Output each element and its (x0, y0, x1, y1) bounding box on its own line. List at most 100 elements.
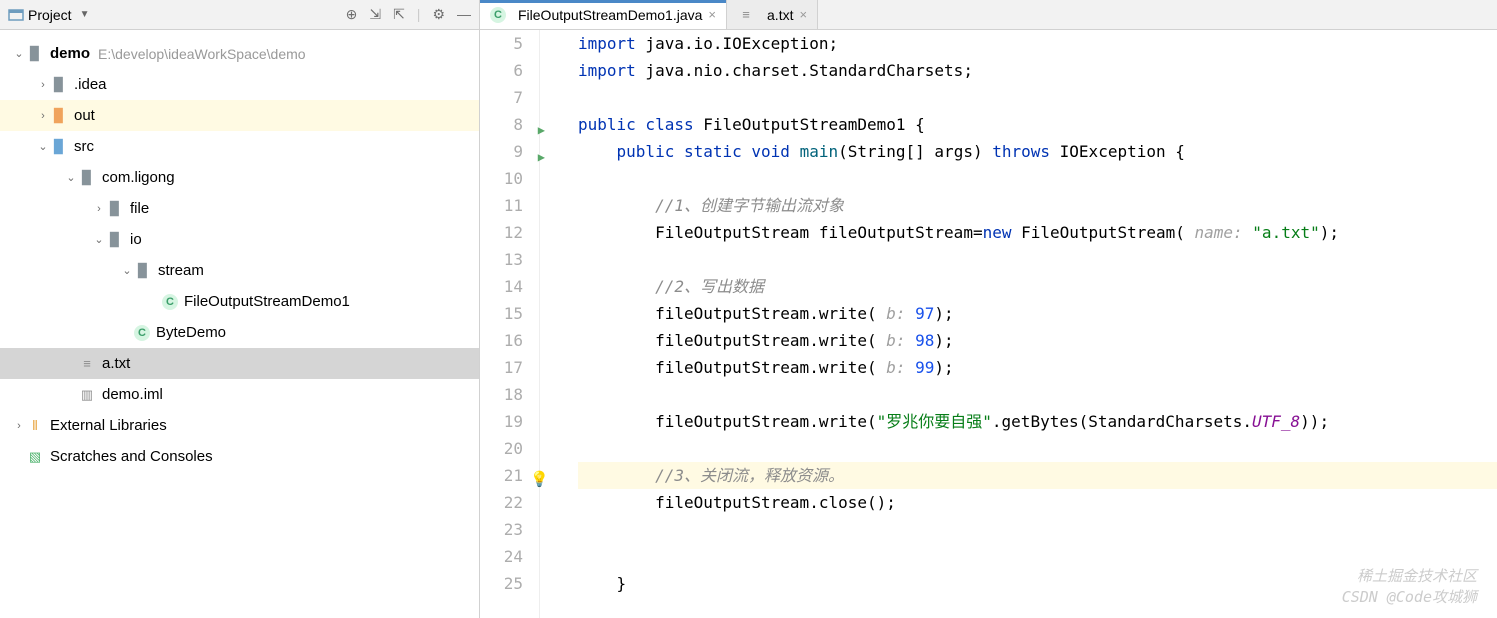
tree-node-stream[interactable]: ⌄ ▉ stream (0, 255, 479, 286)
line-number: 21💡 (480, 462, 523, 489)
line-number: 18 (480, 381, 523, 408)
sidebar-header: Project ▼ ⊕ ⇲ ⇱ | ⚙ — (0, 0, 479, 30)
line-number: 13 (480, 246, 523, 273)
tree-label: io (130, 231, 142, 248)
line-number: 14 (480, 273, 523, 300)
editor-tabs: C FileOutputStreamDemo1.java × ≡ a.txt × (480, 0, 1497, 30)
close-icon[interactable]: × (708, 7, 716, 22)
tree-label: FileOutputStreamDemo1 (184, 293, 350, 310)
package-icon: ▉ (106, 231, 124, 249)
library-icon: ⫴ (26, 417, 44, 435)
java-class-icon: C (162, 294, 178, 310)
sidebar-title-text: Project (28, 7, 72, 23)
project-icon (8, 7, 24, 23)
line-number: 11 (480, 192, 523, 219)
tree-label: file (130, 200, 149, 217)
chevron-right-icon[interactable]: › (36, 110, 50, 122)
line-number: 20 (480, 435, 523, 462)
line-number: 12 (480, 219, 523, 246)
module-icon: ▉ (26, 45, 44, 63)
chevron-down-icon[interactable]: ⌄ (120, 264, 134, 277)
line-number: 19 (480, 408, 523, 435)
tree-label: External Libraries (50, 417, 167, 434)
tree-node-external[interactable]: › ⫴ External Libraries (0, 410, 479, 441)
tree-node-scratches[interactable]: · ▧ Scratches and Consoles (0, 441, 479, 472)
tree-label: demo.iml (102, 386, 163, 403)
tree-label: Scratches and Consoles (50, 448, 213, 465)
tree-label: out (74, 107, 95, 124)
tree-node-src[interactable]: ⌄ ▉ src (0, 131, 479, 162)
hide-icon[interactable]: — (457, 6, 471, 23)
gutter: 5 6 7 8▶ 9▶ 10 11 12 13 14 15 16 17 18 1… (480, 30, 540, 618)
tree-node-file1[interactable]: · C FileOutputStreamDemo1 (0, 286, 479, 317)
gear-icon[interactable]: ⚙ (432, 6, 445, 23)
tab-label: FileOutputStreamDemo1.java (518, 7, 702, 23)
tree-node-io[interactable]: ⌄ ▉ io (0, 224, 479, 255)
line-number: 23 (480, 516, 523, 543)
line-number: 7 (480, 84, 523, 111)
java-class-icon: C (490, 7, 506, 23)
project-sidebar: Project ▼ ⊕ ⇲ ⇱ | ⚙ — ⌄ ▉ demo E:\develo… (0, 0, 480, 618)
java-class-icon: C (134, 325, 150, 341)
tree-node-out[interactable]: › ▉ out (0, 100, 479, 131)
tree-node-file2[interactable]: · C ByteDemo (0, 317, 479, 348)
tab-label: a.txt (767, 7, 793, 23)
chevron-right-icon[interactable]: › (92, 203, 106, 215)
folder-icon: ▉ (50, 76, 68, 94)
line-number: 25 (480, 570, 523, 597)
collapse-all-icon[interactable]: ⇱ (393, 6, 405, 23)
text-file-icon: ≡ (737, 6, 755, 24)
code-editor[interactable]: 5 6 7 8▶ 9▶ 10 11 12 13 14 15 16 17 18 1… (480, 30, 1497, 618)
tree-node-pkg[interactable]: ⌄ ▉ com.ligong (0, 162, 479, 193)
package-icon: ▉ (134, 262, 152, 280)
line-number: 24 (480, 543, 523, 570)
chevron-down-icon[interactable]: ⌄ (36, 140, 50, 153)
tree-label: demo (50, 45, 90, 62)
line-number: 9▶ (480, 138, 523, 165)
line-number: 22 (480, 489, 523, 516)
chevron-down-icon[interactable]: ⌄ (92, 233, 106, 246)
tree-node-idea[interactable]: › ▉ .idea (0, 69, 479, 100)
line-number: 15 (480, 300, 523, 327)
tab-txt-file[interactable]: ≡ a.txt × (727, 0, 818, 29)
tree-root[interactable]: ⌄ ▉ demo E:\develop\ideaWorkSpace\demo (0, 38, 479, 69)
code-content[interactable]: import java.io.IOException; import java.… (540, 30, 1497, 618)
tree-node-iml[interactable]: · ▥ demo.iml (0, 379, 479, 410)
sidebar-toolbar: ⊕ ⇲ ⇱ | ⚙ — (346, 6, 471, 23)
text-file-icon: ≡ (78, 355, 96, 373)
tree-label: .idea (74, 76, 107, 93)
line-number: 10 (480, 165, 523, 192)
tree-label: com.ligong (102, 169, 175, 186)
project-dropdown[interactable]: Project ▼ (8, 7, 89, 23)
folder-icon: ▉ (50, 107, 68, 125)
folder-icon: ▉ (50, 138, 68, 156)
line-number: 6 (480, 57, 523, 84)
tree-path: E:\develop\ideaWorkSpace\demo (98, 46, 306, 62)
tree-label: stream (158, 262, 204, 279)
tree-label: a.txt (102, 355, 130, 372)
scratches-icon: ▧ (26, 448, 44, 466)
tab-java-file[interactable]: C FileOutputStreamDemo1.java × (480, 0, 727, 29)
divider: | (417, 6, 421, 23)
project-tree[interactable]: ⌄ ▉ demo E:\develop\ideaWorkSpace\demo ›… (0, 30, 479, 480)
tree-node-file[interactable]: › ▉ file (0, 193, 479, 224)
close-icon[interactable]: × (799, 7, 807, 22)
chevron-right-icon[interactable]: › (12, 420, 26, 432)
editor-panel: C FileOutputStreamDemo1.java × ≡ a.txt ×… (480, 0, 1497, 618)
line-number: 16 (480, 327, 523, 354)
package-icon: ▉ (78, 169, 96, 187)
tree-label: src (74, 138, 94, 155)
tree-node-atxt[interactable]: · ≡ a.txt (0, 348, 479, 379)
chevron-down-icon: ▼ (80, 9, 90, 20)
line-number: 8▶ (480, 111, 523, 138)
chevron-down-icon[interactable]: ⌄ (12, 47, 26, 60)
package-icon: ▉ (106, 200, 124, 218)
select-opened-icon[interactable]: ⊕ (346, 6, 358, 23)
line-number: 17 (480, 354, 523, 381)
expand-all-icon[interactable]: ⇲ (369, 6, 381, 23)
iml-file-icon: ▥ (78, 386, 96, 404)
line-number: 5 (480, 30, 523, 57)
chevron-down-icon[interactable]: ⌄ (64, 171, 78, 184)
chevron-right-icon[interactable]: › (36, 79, 50, 91)
tree-label: ByteDemo (156, 324, 226, 341)
